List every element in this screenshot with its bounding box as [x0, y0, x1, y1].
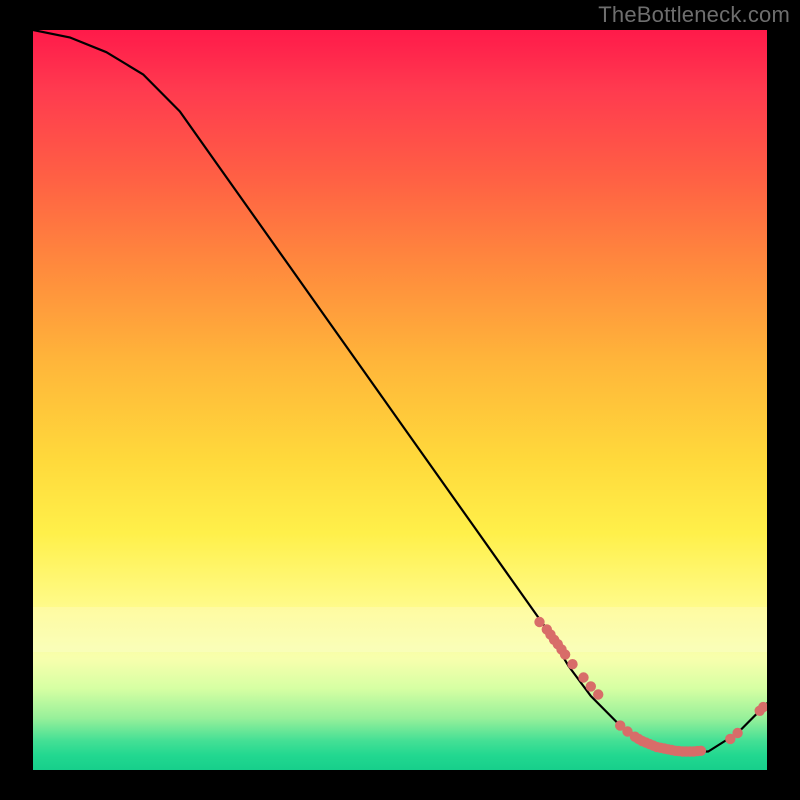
data-dot [567, 659, 577, 669]
chart-svg [33, 30, 767, 770]
data-dot [696, 746, 706, 756]
data-dot [586, 681, 596, 691]
data-dot [578, 672, 588, 682]
data-dot [732, 728, 742, 738]
plot-area [33, 30, 767, 770]
watermark-text: TheBottleneck.com [598, 2, 790, 28]
data-dot [560, 649, 570, 659]
chart-frame: TheBottleneck.com [0, 0, 800, 800]
data-dots [534, 617, 767, 757]
curve-line [33, 30, 767, 752]
data-dot [593, 689, 603, 699]
data-dot [534, 617, 544, 627]
